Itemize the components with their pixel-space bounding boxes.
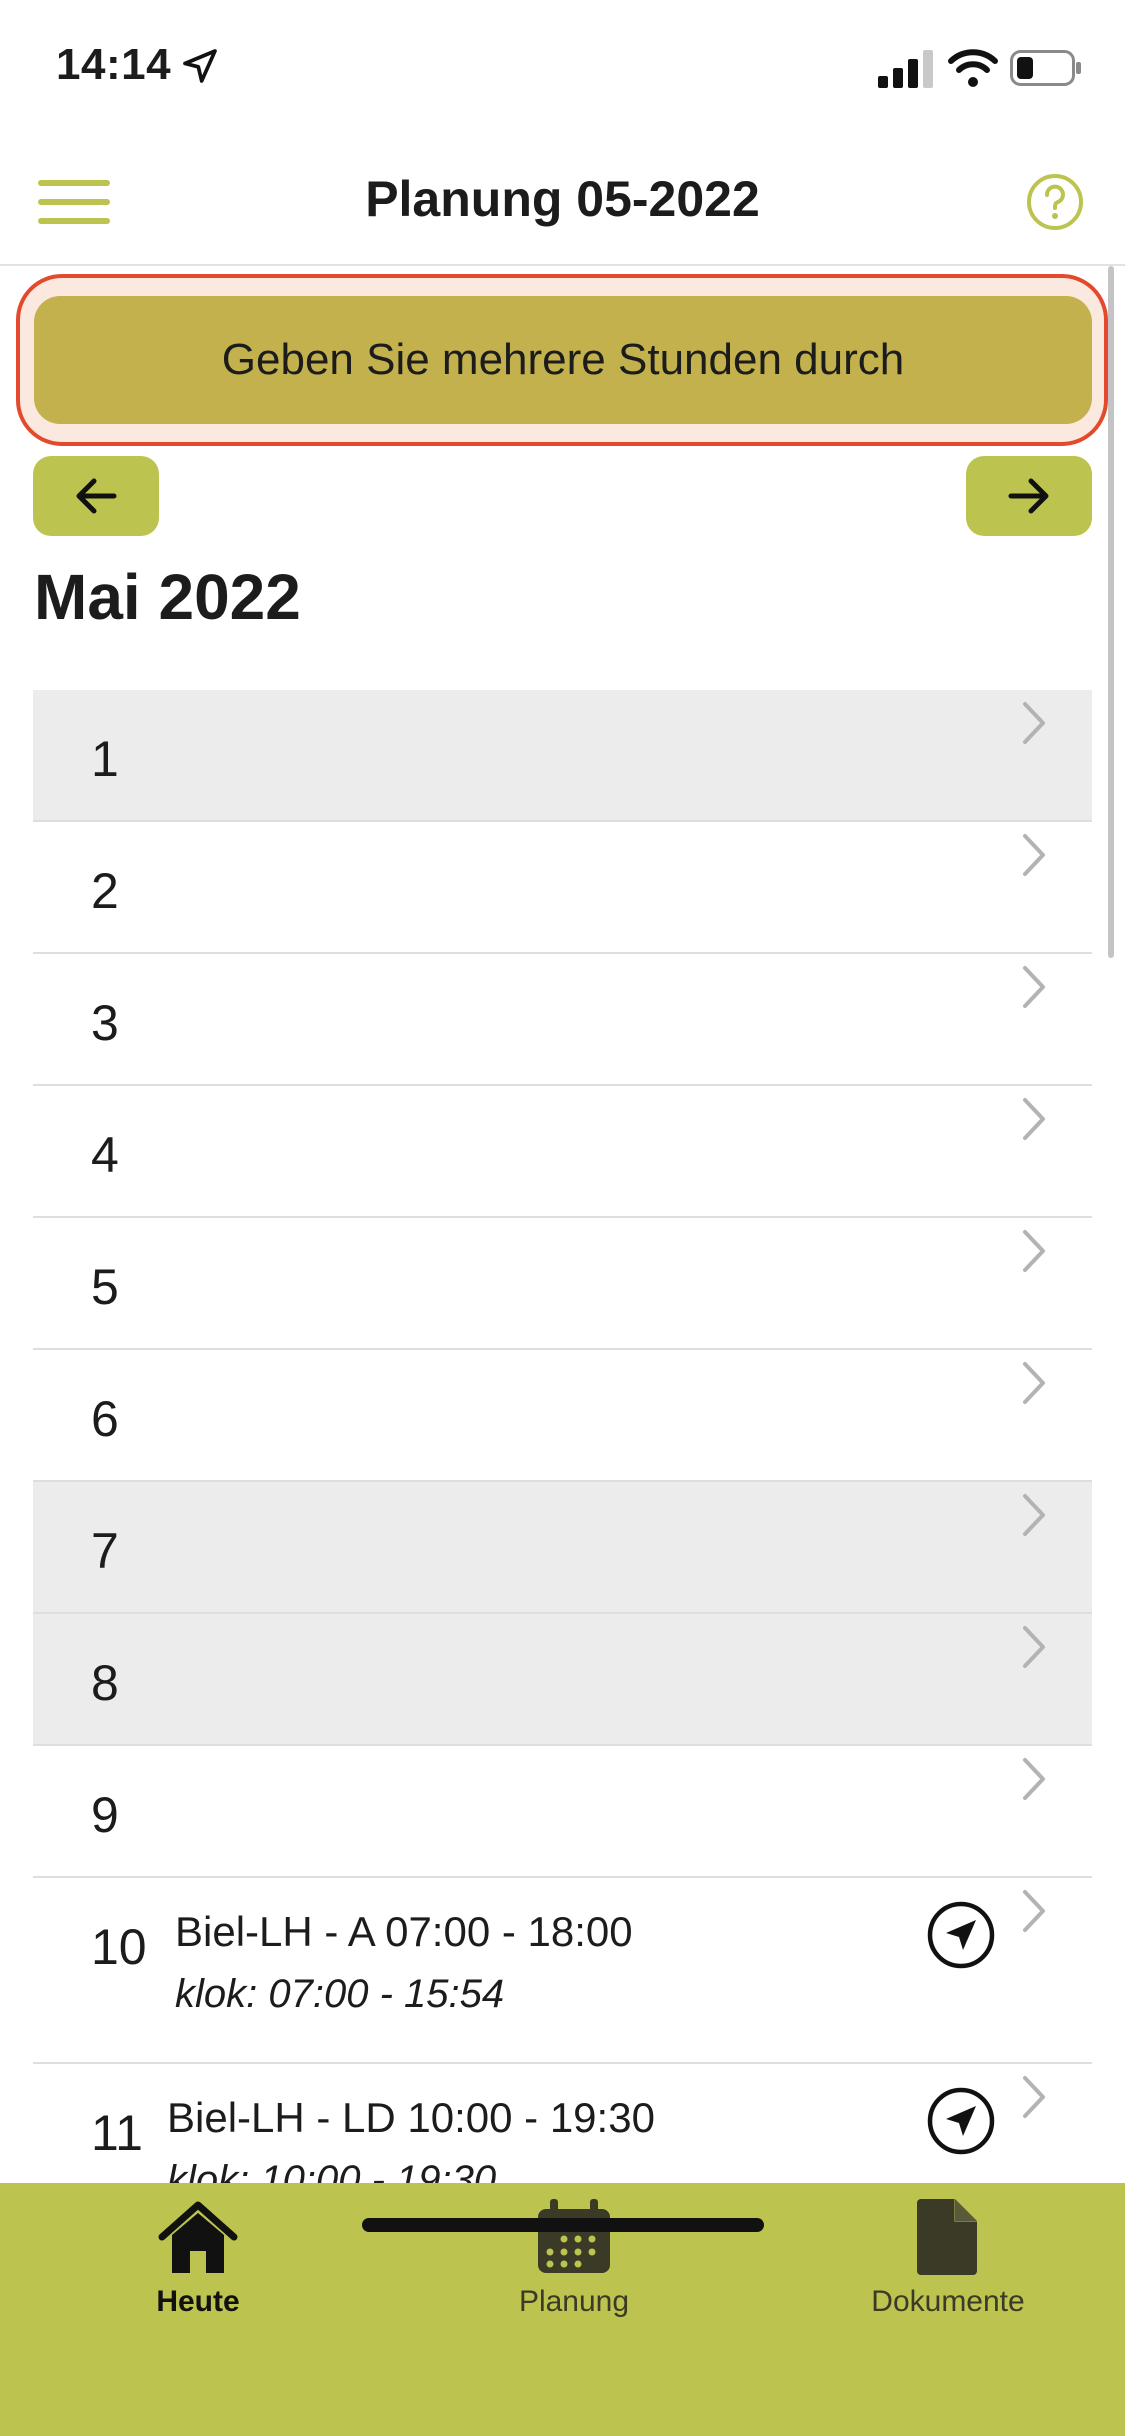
next-month-button[interactable] [966, 456, 1092, 536]
chevron-right-icon [1023, 702, 1045, 744]
tab-dokumente[interactable]: Dokumente [818, 2183, 1078, 2353]
document-icon [917, 2199, 977, 2275]
tab-planung[interactable]: Planung [444, 2183, 704, 2353]
signal-icon [878, 50, 933, 88]
day-row[interactable]: 2 [33, 822, 1092, 954]
day-number: 8 [91, 1655, 119, 1711]
day-row[interactable]: 8 [33, 1614, 1092, 1746]
chevron-right-icon [1023, 1098, 1045, 1140]
shift-entry: Biel-LH - A 07:00 - 18:00 [175, 1908, 633, 1955]
day-row[interactable]: 3 [33, 954, 1092, 1086]
day-number: 11 [91, 2105, 143, 2161]
day-number: 10 [91, 1919, 147, 1975]
day-row[interactable]: 4 [33, 1086, 1092, 1218]
day-number: 7 [91, 1523, 119, 1579]
chevron-right-icon [1023, 1626, 1045, 1668]
day-row[interactable]: 11 Biel-LH - LD 10:00 - 19:30 klok: 10:0… [33, 2064, 1092, 2183]
battery-icon [1010, 50, 1081, 86]
day-row[interactable]: 7 [33, 1482, 1092, 1614]
app-header: Planung 05-2022 [0, 140, 1125, 266]
chevron-right-icon [1023, 2076, 1045, 2118]
status-bar: 14:14 [0, 0, 1125, 140]
month-title: Mai 2022 [34, 561, 301, 633]
clock-entry: klok: 10:00 - 19:30 [167, 2158, 497, 2183]
chevron-right-icon [1023, 1230, 1045, 1272]
tab-label: Heute [156, 2285, 240, 2318]
chevron-right-icon [1023, 966, 1045, 1008]
previous-month-button[interactable] [33, 456, 159, 536]
help-icon[interactable] [1025, 172, 1085, 232]
day-list: 1 2 3 4 5 6 7 8 9 10 Biel-LH - A 07:00 -… [33, 690, 1092, 2183]
home-icon [158, 2201, 238, 2273]
day-number: 1 [91, 731, 119, 787]
day-number: 5 [91, 1259, 119, 1315]
chevron-right-icon [1023, 1758, 1045, 1800]
navigation-icon[interactable] [926, 2086, 996, 2156]
bulk-entry-highlight: Geben Sie mehrere Stunden durch [16, 274, 1108, 446]
day-number: 2 [91, 863, 119, 919]
day-number: 6 [91, 1391, 119, 1447]
clock-entry: klok: 07:00 - 15:54 [175, 1972, 505, 2016]
day-row[interactable]: 6 [33, 1350, 1092, 1482]
chevron-right-icon [1023, 834, 1045, 876]
wifi-icon [948, 49, 998, 87]
home-indicator [362, 2218, 764, 2232]
status-time: 14:14 [56, 40, 172, 89]
day-row[interactable]: 9 [33, 1746, 1092, 1878]
day-number: 9 [91, 1787, 119, 1843]
chevron-right-icon [1023, 1494, 1045, 1536]
tab-label: Dokumente [871, 2285, 1025, 2318]
page-title: Planung 05-2022 [365, 171, 760, 227]
day-row[interactable]: 10 Biel-LH - A 07:00 - 18:00 klok: 07:00… [33, 1878, 1092, 2064]
day-row[interactable]: 1 [33, 690, 1092, 822]
day-row[interactable]: 5 [33, 1218, 1092, 1350]
bulk-hours-button[interactable]: Geben Sie mehrere Stunden durch [34, 296, 1092, 424]
tab-heute[interactable]: Heute [68, 2183, 328, 2353]
navigation-icon[interactable] [926, 1900, 996, 1970]
scrollbar[interactable] [1108, 266, 1114, 958]
day-number: 3 [91, 995, 119, 1051]
chevron-right-icon [1023, 1362, 1045, 1404]
shift-entry: Biel-LH - LD 10:00 - 19:30 [167, 2094, 655, 2141]
location-arrow-icon [183, 49, 217, 83]
day-number: 4 [91, 1127, 119, 1183]
calendar-icon [538, 2199, 610, 2273]
arrow-left-icon [76, 478, 117, 514]
tab-label: Planung [518, 2285, 630, 2318]
arrow-right-icon [1008, 478, 1049, 514]
chevron-right-icon [1023, 1890, 1045, 1932]
